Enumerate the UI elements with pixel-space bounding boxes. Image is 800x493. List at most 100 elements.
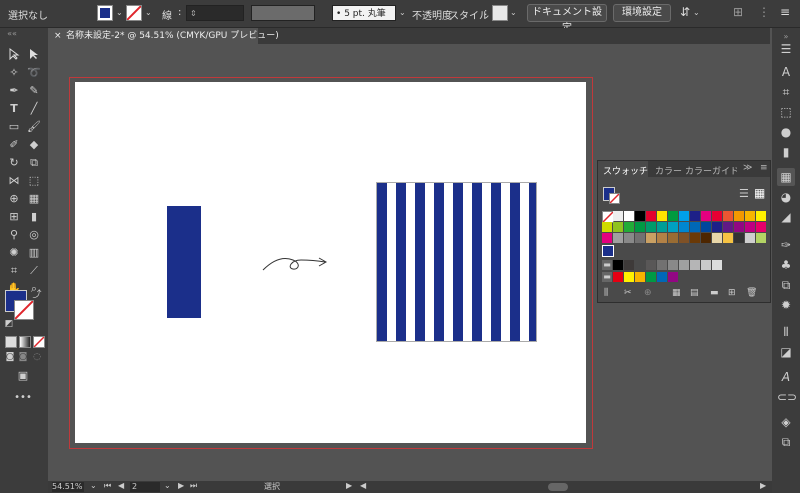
swatch[interactable]: [624, 233, 634, 243]
opacity-label[interactable]: 不透明度: [412, 7, 452, 22]
type-tool-icon[interactable]: T: [5, 101, 23, 116]
rectangle-tool-icon[interactable]: ▭: [5, 119, 23, 134]
selection-tool-icon[interactable]: [5, 47, 23, 62]
swatch[interactable]: [723, 211, 733, 221]
appearance-icon[interactable]: ●: [777, 123, 795, 141]
horizontal-scrollbar-thumb[interactable]: [548, 483, 568, 491]
swatch-options-icon[interactable]: ▤: [690, 288, 699, 298]
close-tab-icon[interactable]: ×: [54, 28, 62, 44]
folder-icon[interactable]: ▬: [602, 272, 612, 282]
swatch[interactable]: [635, 272, 645, 282]
transform-icon[interactable]: ⌗: [777, 83, 795, 101]
swatch[interactable]: [668, 260, 678, 270]
stroke-icon[interactable]: ✹: [777, 296, 795, 314]
mesh-tool-icon[interactable]: ⊞: [5, 209, 23, 224]
swatch[interactable]: [613, 233, 623, 243]
symbol-sprayer-icon[interactable]: ✺: [5, 245, 23, 260]
swatch[interactable]: [712, 222, 722, 232]
swatch[interactable]: [657, 222, 667, 232]
scroll-right-icon[interactable]: ▶: [760, 481, 766, 490]
swatch[interactable]: [668, 272, 678, 282]
paintbrush-icon[interactable]: 🖌: [25, 119, 43, 134]
status-menu-icon[interactable]: ▶: [346, 481, 352, 490]
swatch[interactable]: [624, 222, 634, 232]
swatch[interactable]: [624, 272, 634, 282]
align-panel-icon[interactable]: ⫴: [777, 323, 795, 341]
swatch-libraries-icon[interactable]: ⫼: [604, 288, 608, 298]
stroke-color-swatch[interactable]: [126, 5, 142, 21]
chevron-down-icon[interactable]: ⌄: [116, 8, 123, 17]
swatch[interactable]: [734, 222, 744, 232]
free-transform-icon[interactable]: ⬚: [25, 173, 43, 188]
swatch[interactable]: [756, 222, 766, 232]
swatch[interactable]: [690, 222, 700, 232]
chevron-down-icon[interactable]: ⌄: [510, 8, 517, 17]
artboard-number-field[interactable]: 2: [130, 482, 160, 492]
new-color-group-icon[interactable]: ▬: [710, 288, 719, 298]
swatch[interactable]: [613, 260, 623, 270]
swatch[interactable]: [635, 233, 645, 243]
direct-selection-tool-icon[interactable]: [25, 47, 43, 62]
draw-inside-icon[interactable]: ◌: [28, 350, 46, 365]
swatch[interactable]: [701, 211, 711, 221]
symbols-icon[interactable]: ♣: [777, 256, 795, 274]
swatch[interactable]: [690, 260, 700, 270]
eyedropper-icon[interactable]: ⚲: [5, 227, 23, 242]
properties-icon[interactable]: ☰: [777, 40, 795, 58]
slice-tool-icon[interactable]: ⟋: [25, 263, 43, 278]
swap-fill-stroke-icon[interactable]: ⤴: [28, 288, 46, 303]
swatch[interactable]: [690, 211, 700, 221]
show-menu-icon[interactable]: ▦: [672, 288, 681, 298]
pen-tool-icon[interactable]: ✒: [5, 83, 23, 98]
swatch[interactable]: [613, 272, 623, 282]
swatch[interactable]: [602, 233, 612, 243]
chevron-down-icon[interactable]: ⌄: [164, 481, 171, 490]
chevron-down-icon[interactable]: ⌄: [693, 8, 700, 17]
character-icon[interactable]: A: [777, 63, 795, 81]
brush-definition-field[interactable]: • 5 pt. 丸筆: [332, 5, 396, 21]
swatch[interactable]: [657, 260, 667, 270]
eraser-icon[interactable]: ◆: [25, 137, 43, 152]
swatch[interactable]: [756, 233, 766, 243]
none-mode-icon[interactable]: [33, 336, 45, 348]
panel-menu-icon[interactable]: ≡: [760, 163, 768, 173]
swatch[interactable]: [679, 211, 689, 221]
stepper-icon[interactable]: ⇕: [190, 9, 197, 18]
scroll-left-icon[interactable]: ◀: [360, 481, 366, 490]
column-graph-icon[interactable]: ▥: [25, 245, 43, 260]
swatch[interactable]: [657, 233, 667, 243]
chevron-down-icon[interactable]: ⌄: [145, 8, 152, 17]
trash-icon[interactable]: 🗑: [746, 288, 757, 298]
zoom-field[interactable]: 54.51%: [52, 482, 84, 492]
swatch[interactable]: [712, 260, 722, 270]
lasso-icon[interactable]: ➰: [25, 65, 43, 80]
swatch[interactable]: [723, 222, 733, 232]
default-colors-icon[interactable]: ◩: [0, 317, 18, 332]
swatch[interactable]: [635, 222, 645, 232]
scale-tool-icon[interactable]: ⧉: [25, 155, 43, 170]
stroke-weight-input[interactable]: ⇕: [186, 5, 244, 21]
gradient-mode-icon[interactable]: [19, 336, 31, 348]
perspective-grid-icon[interactable]: ▦: [25, 191, 43, 206]
panel-menu-icon[interactable]: ≡: [780, 5, 790, 19]
chevron-down-icon[interactable]: ⌄: [399, 8, 406, 17]
shape-builder-icon[interactable]: ⊕: [5, 191, 23, 206]
swatch[interactable]: [646, 260, 656, 270]
swatch[interactable]: [701, 222, 711, 232]
brushes-icon[interactable]: ✑: [777, 236, 795, 254]
swatch[interactable]: [624, 260, 634, 270]
swatch[interactable]: [712, 211, 722, 221]
list-view-icon[interactable]: ☰: [739, 187, 749, 200]
swatch[interactable]: [756, 211, 766, 221]
swatch-registration[interactable]: [613, 211, 623, 221]
swatch[interactable]: [723, 233, 733, 243]
swatch[interactable]: [679, 233, 689, 243]
gradient-icon[interactable]: ▮: [777, 143, 795, 161]
tab-color-guide[interactable]: カラーガイド: [685, 164, 737, 177]
screen-mode-icon[interactable]: ▣: [14, 368, 32, 383]
curvature-tool-icon[interactable]: ✎: [25, 83, 43, 98]
gradient-tool-icon[interactable]: ▮: [25, 209, 43, 224]
line-tool-icon[interactable]: ╱: [25, 101, 43, 116]
variable-width-profile[interactable]: [251, 5, 315, 21]
swatch[interactable]: [624, 211, 634, 221]
